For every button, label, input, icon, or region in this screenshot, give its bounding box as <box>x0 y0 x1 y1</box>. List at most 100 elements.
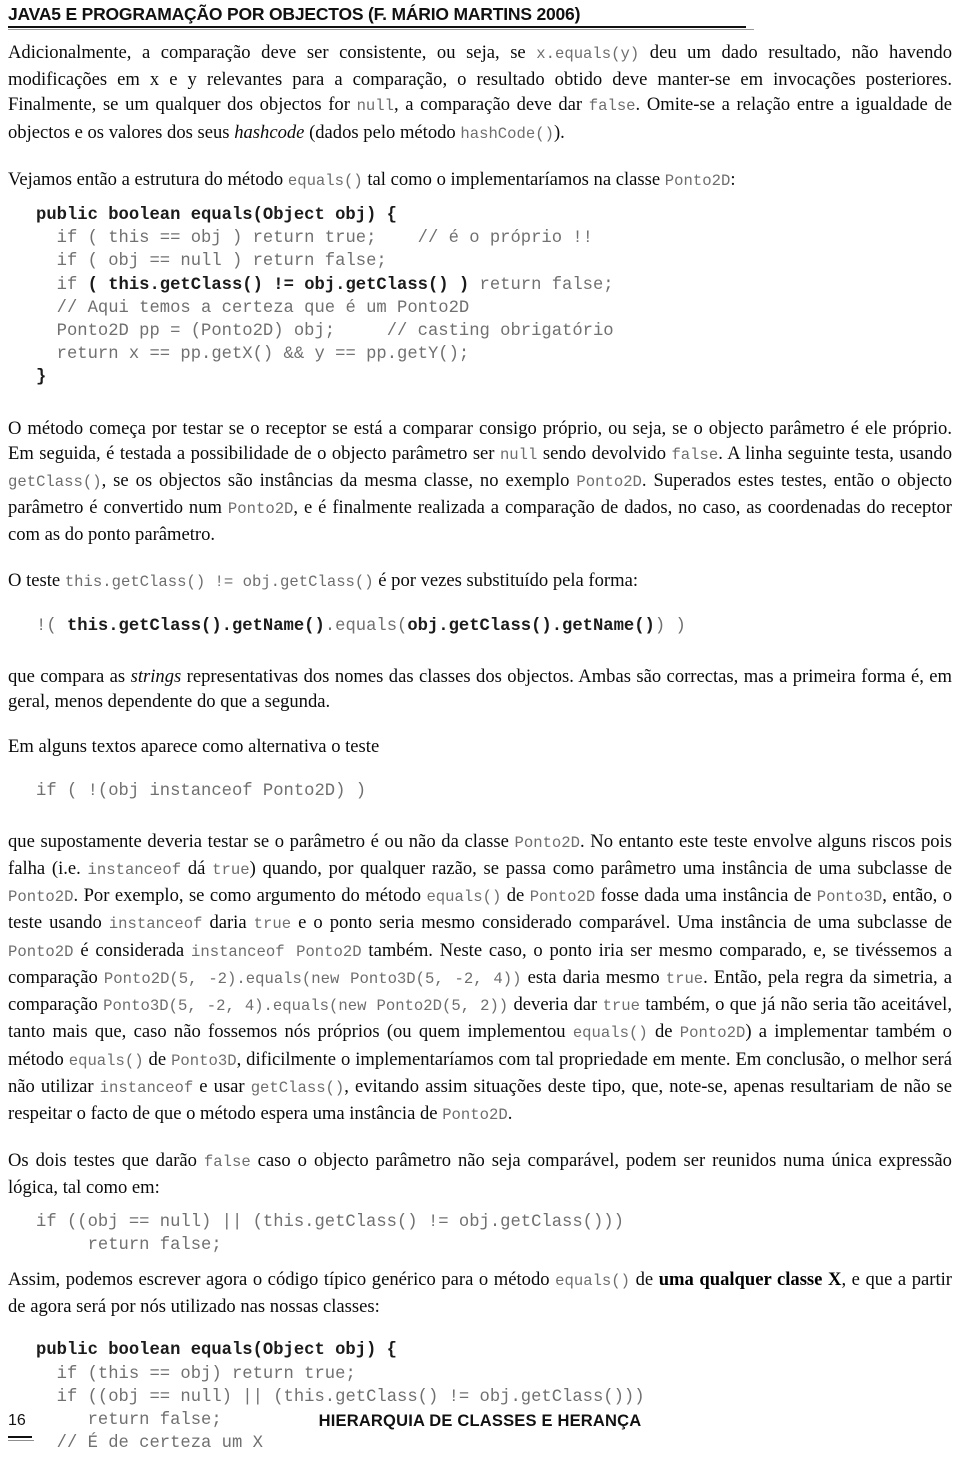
paragraph-intro-equals: Vejamos então a estrutura do método equa… <box>8 167 952 194</box>
p1-text-3: , a comparação deve dar <box>394 94 589 116</box>
code-line: return x == pp.getX() && y == pp.getY(); <box>36 343 952 366</box>
snippet-mid: .equals( <box>324 616 408 636</box>
p7-text-9: daria <box>202 912 254 934</box>
code-line: if ( obj == null ) return false; <box>36 250 952 273</box>
code-text: if ((obj == null) || (this.getClass() !=… <box>56 1387 645 1407</box>
code-line: return false; <box>36 1234 952 1257</box>
p7-code-15: true <box>602 997 640 1016</box>
header-rule-thin <box>8 29 754 30</box>
code-text: if ( this == obj ) return true; // é o p… <box>56 229 593 249</box>
p1-text-5: (dados pelo método <box>304 121 461 143</box>
p6-text-1: Em alguns textos aparece como alternativ… <box>8 736 380 758</box>
p7-text-1: que supostamente deveria testar se o par… <box>8 830 515 852</box>
p8-text-1: Os dois testes que darão <box>8 1150 204 1172</box>
header-title: JAVA5 E PROGRAMAÇÃO POR OBJECTOS (F. MÁR… <box>8 4 581 24</box>
code-line: public boolean equals(Object obj) { <box>36 1339 952 1362</box>
paragraph-instanceof-risks: que supostamente deveria testar se o par… <box>8 829 952 1128</box>
paragraph-generic-code: Assim, podemos escrever agora o código t… <box>8 1267 952 1319</box>
p1-code-false: false <box>588 97 636 116</box>
page-number-rule-thick <box>8 1436 32 1438</box>
code-text: if (this == obj) return true; <box>56 1364 356 1384</box>
p7-code-5: equals() <box>426 888 502 907</box>
p7-code-14: Ponto3D(5, -2, 4).equals(new Ponto2D(5, … <box>103 997 509 1016</box>
p3-code-ponto2d-b: Ponto2D <box>227 500 294 519</box>
running-header: JAVA5 E PROGRAMAÇÃO POR OBJECTOS (F. MÁR… <box>8 4 952 30</box>
p7-code-8: instanceof <box>108 915 203 934</box>
p7-code-13: true <box>665 969 704 988</box>
code-text: return x == pp.getX() && y == pp.getY(); <box>56 345 470 365</box>
p4-code-getclass-test: this.getClass() != obj.getClass() <box>64 572 374 591</box>
document-page: JAVA5 E PROGRAMAÇÃO POR OBJECTOS (F. MÁR… <box>0 0 960 1460</box>
p7-code-3: true <box>212 861 250 880</box>
snippet-bold-this-getname: this.getClass().getName() <box>66 616 325 636</box>
code-bold-signature-2: public boolean equals(Object obj) { <box>36 1341 397 1361</box>
paragraph-method-explanation: O método começa por testar se o receptor… <box>8 416 952 548</box>
p7-text-13: esta daria mesmo <box>521 966 666 988</box>
snippet-instanceof-line: if ( !(obj instanceof Ponto2D) ) <box>36 781 367 801</box>
p2-code-equals: equals() <box>287 171 363 190</box>
snippet-logic-line1: if ((obj == null) || (this.getClass() !=… <box>36 1212 624 1232</box>
p7-code-20: instanceof <box>99 1078 194 1097</box>
p7-code-7: Ponto3D <box>816 888 883 907</box>
p1-text-1: Adicionalmente, a comparação deve ser co… <box>8 42 537 63</box>
p1-code-equals-y: x.equals(y) <box>536 45 640 63</box>
p7-code-4: Ponto2D <box>8 888 74 907</box>
code-text: Ponto2D pp = (Ponto2D) obj; // casting o… <box>56 322 614 342</box>
code-comment: // Aqui temos a certeza que é um Ponto2D <box>56 298 470 318</box>
p7-code-9: true <box>253 915 292 934</box>
paragraph-combined-tests: Os dois testes que darão false caso o ob… <box>8 1148 952 1200</box>
p2-text-3: : <box>730 168 736 190</box>
p7-code-19: Ponto3D <box>171 1051 237 1070</box>
page-body: Adicionalmente, a comparação deve ser co… <box>8 40 952 1455</box>
p7-code-2: instanceof <box>87 861 182 880</box>
header-rule <box>8 26 754 30</box>
snippet-combined-logic: if ((obj == null) || (this.getClass() !=… <box>36 1211 952 1257</box>
p1-code-null: null <box>356 97 394 116</box>
code-line: // Aqui temos a certeza que é um Ponto2D <box>36 297 952 320</box>
p7-text-11: é considerada <box>73 939 191 961</box>
paragraph-alternative-test: Em alguns textos aparece como alternativ… <box>8 734 952 759</box>
code-line: if (this == obj) return true; <box>36 1363 952 1386</box>
paragraph-strings-comparison: que compara as strings representativas d… <box>8 664 952 714</box>
p8-code-false: false <box>203 1153 251 1172</box>
code-closing-brace: } <box>36 368 47 388</box>
code-text-post: return false; <box>469 275 614 295</box>
snippet-pre: !( <box>36 616 67 636</box>
p7-code-10: Ponto2D <box>8 942 74 961</box>
code-bold-getclass-test: ( this.getClass() != obj.getClass() ) <box>87 275 470 295</box>
p3-text-4: , se os objectos são instâncias da mesma… <box>101 470 577 492</box>
p7-code-17: Ponto2D <box>679 1024 746 1043</box>
p7-text-19: de <box>143 1048 172 1070</box>
p9-text-1: Assim, podemos escrever agora o código t… <box>8 1268 556 1290</box>
snippet-instanceof-test: if ( !(obj instanceof Ponto2D) ) <box>36 780 952 803</box>
code-block-equals-ponto2d: public boolean equals(Object obj) { if (… <box>36 204 952 390</box>
p3-code-getclass: getClass() <box>8 473 102 492</box>
p2-code-ponto2d: Ponto2D <box>664 171 731 190</box>
p2-text-2: tal como o implementaríamos na classe <box>362 168 665 190</box>
p3-code-false: false <box>671 445 719 464</box>
code-text: if ( obj == null ) return false; <box>56 252 387 272</box>
code-line: Ponto2D pp = (Ponto2D) obj; // casting o… <box>36 320 952 343</box>
p3-text-3: . A linha seguinte testa, usando <box>718 442 952 464</box>
p7-code-6: Ponto2D <box>529 888 596 907</box>
p1-text-6: ). <box>553 121 565 143</box>
p9-code-equals: equals() <box>555 1271 631 1290</box>
code-line: if ((obj == null) || (this.getClass() !=… <box>36 1386 952 1409</box>
snippet-bold-obj-getname: obj.getClass().getName() <box>407 616 655 636</box>
p7-code-1: Ponto2D <box>514 833 581 852</box>
p9-text-2: de <box>630 1268 659 1290</box>
